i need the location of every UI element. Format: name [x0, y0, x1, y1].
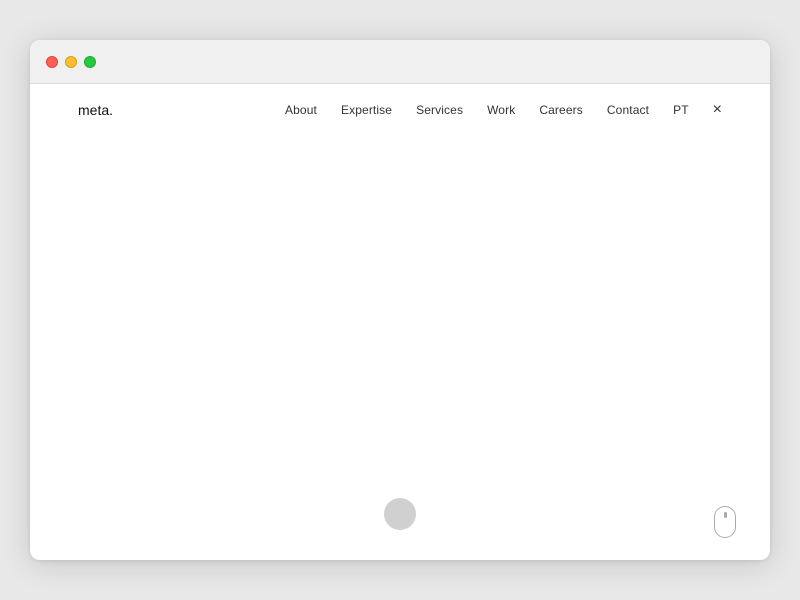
nav-link-about[interactable]: About: [285, 103, 317, 117]
mouse-scroll-icon: [714, 506, 736, 538]
nav-link-contact[interactable]: Contact: [607, 103, 649, 117]
nav-link-careers[interactable]: Careers: [539, 103, 583, 117]
traffic-lights: [46, 56, 96, 68]
scroll-wheel: [724, 512, 727, 518]
main-content: [30, 136, 770, 560]
logo[interactable]: meta.: [78, 102, 113, 118]
maximize-button[interactable]: [84, 56, 96, 68]
minimize-button[interactable]: [65, 56, 77, 68]
nav-links: About Expertise Services Work Careers Co…: [285, 102, 722, 118]
nav-bar: meta. About Expertise Services Work Care…: [30, 84, 770, 136]
scroll-down-indicator[interactable]: [384, 498, 416, 530]
title-bar: [30, 40, 770, 84]
nav-link-work[interactable]: Work: [487, 103, 515, 117]
browser-window: meta. About Expertise Services Work Care…: [30, 40, 770, 560]
nav-link-services[interactable]: Services: [416, 103, 463, 117]
nav-link-expertise[interactable]: Expertise: [341, 103, 392, 117]
close-icon[interactable]: ×: [713, 102, 722, 118]
language-toggle[interactable]: PT: [673, 103, 689, 117]
browser-content: meta. About Expertise Services Work Care…: [30, 84, 770, 560]
close-button[interactable]: [46, 56, 58, 68]
